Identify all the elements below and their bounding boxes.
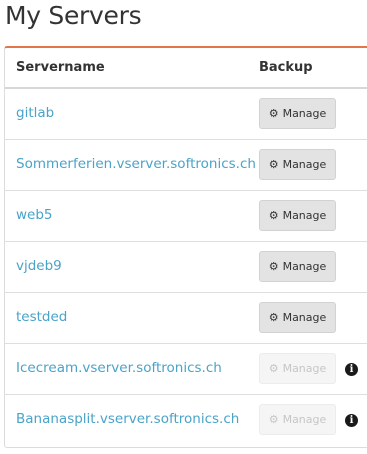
server-link[interactable]: Sommerferien.vserver.softronics.ch bbox=[16, 156, 256, 172]
server-link[interactable]: web5 bbox=[16, 207, 53, 223]
manage-label: Manage bbox=[282, 158, 327, 171]
manage-label: Manage bbox=[282, 311, 327, 324]
gear-icon: ⚙ bbox=[268, 209, 279, 222]
column-header-servername: Servername bbox=[16, 60, 105, 75]
manage-label: Manage bbox=[282, 260, 327, 273]
manage-label: Manage bbox=[282, 413, 327, 426]
table-row: web5 ⚙ Manage bbox=[5, 191, 367, 242]
table-header: Servername Backup bbox=[5, 48, 367, 89]
gear-icon: ⚙ bbox=[268, 158, 279, 171]
manage-backup-button[interactable]: ⚙ Manage bbox=[259, 98, 336, 129]
manage-backup-button[interactable]: ⚙ Manage bbox=[259, 149, 336, 180]
server-link[interactable]: Bananasplit.vserver.softronics.ch bbox=[16, 411, 239, 427]
manage-backup-button[interactable]: ⚙ Manage bbox=[259, 251, 336, 282]
table-row: Sommerferien.vserver.softronics.ch ⚙ Man… bbox=[5, 140, 367, 191]
manage-label: Manage bbox=[282, 107, 327, 120]
server-link[interactable]: testded bbox=[16, 309, 67, 325]
gear-icon: ⚙ bbox=[268, 260, 279, 273]
table-row: testded ⚙ Manage bbox=[5, 293, 367, 344]
server-link[interactable]: vjdeb9 bbox=[16, 258, 62, 274]
manage-backup-button-disabled: ⚙ Manage bbox=[259, 353, 336, 384]
manage-label: Manage bbox=[282, 209, 327, 222]
manage-label: Manage bbox=[282, 362, 327, 375]
gear-icon: ⚙ bbox=[268, 311, 279, 324]
gear-icon: ⚙ bbox=[268, 413, 279, 426]
table-row: vjdeb9 ⚙ Manage bbox=[5, 242, 367, 293]
info-icon[interactable]: i bbox=[345, 363, 358, 376]
gear-icon: ⚙ bbox=[268, 362, 279, 375]
servers-panel: Servername Backup gitlab ⚙ Manage Sommer… bbox=[4, 46, 367, 448]
server-link[interactable]: gitlab bbox=[16, 105, 54, 121]
table-row: Icecream.vserver.softronics.ch ⚙ Manage … bbox=[5, 344, 367, 395]
table-row: Bananasplit.vserver.softronics.ch ⚙ Mana… bbox=[5, 395, 367, 446]
info-icon[interactable]: i bbox=[345, 414, 358, 427]
column-header-backup: Backup bbox=[259, 60, 313, 75]
manage-backup-button[interactable]: ⚙ Manage bbox=[259, 200, 336, 231]
manage-backup-button[interactable]: ⚙ Manage bbox=[259, 302, 336, 333]
manage-backup-button-disabled: ⚙ Manage bbox=[259, 404, 336, 435]
server-link[interactable]: Icecream.vserver.softronics.ch bbox=[16, 360, 222, 376]
gear-icon: ⚙ bbox=[268, 107, 279, 120]
page-title: My Servers bbox=[5, 1, 142, 30]
table-row: gitlab ⚙ Manage bbox=[5, 89, 367, 140]
